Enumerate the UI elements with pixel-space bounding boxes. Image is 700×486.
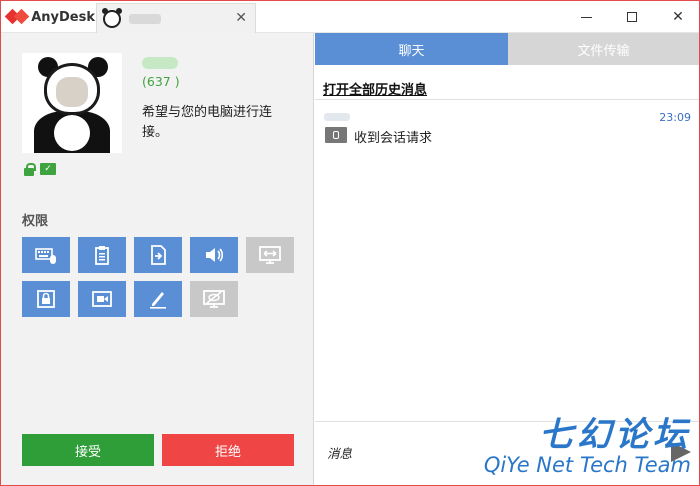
clipboard-permission-button[interactable]: [78, 237, 126, 273]
tab-file-transfer[interactable]: 文件传输: [508, 33, 699, 65]
file-transfer-icon: [151, 245, 166, 265]
send-icon[interactable]: [671, 442, 691, 462]
session-name-blurred: [129, 13, 161, 24]
message-time: 23:09: [659, 111, 691, 124]
monitor-lock-icon: [37, 290, 55, 308]
maximize-icon: [627, 12, 637, 22]
status-icons: ✓: [24, 163, 56, 176]
request-panel: (637 ) 希望与您的电脑进行连接。 ✓ 权限 接受 拒绝: [1, 33, 314, 485]
app-tab[interactable]: AnyDesk: [1, 1, 95, 33]
chat-panel: 聊天 文件传输 打开全部历史消息 23:09 收到会话请求 七幻论坛 QiYe …: [315, 33, 699, 485]
peer-id: (637 ): [142, 74, 180, 89]
sound-permission-button[interactable]: [190, 237, 238, 273]
session-request-icon: [325, 127, 347, 143]
pen-icon: [150, 292, 166, 309]
control-permission-button[interactable]: [246, 237, 294, 273]
draw-permission-button[interactable]: [134, 281, 182, 317]
avatar: [22, 53, 122, 153]
lock-permission-button[interactable]: [22, 281, 70, 317]
speaker-icon: [206, 248, 224, 262]
chat-tabs: 聊天 文件传输: [315, 33, 699, 65]
maximize-button[interactable]: [609, 1, 655, 33]
panda-belly: [54, 115, 90, 151]
peer-name-blurred: [142, 57, 178, 69]
monitor-arrows-icon: [259, 246, 281, 264]
close-icon: ✕: [672, 9, 684, 25]
screen-check-icon: ✓: [40, 163, 56, 175]
request-message: 希望与您的电脑进行连接。: [142, 105, 273, 140]
close-window-button[interactable]: ✕: [655, 1, 700, 33]
message-text: 收到会话请求: [354, 131, 433, 146]
privacy-permission-button[interactable]: [190, 281, 238, 317]
minimize-icon: [580, 16, 592, 18]
lock-icon: [24, 163, 36, 176]
divider: [315, 99, 699, 100]
session-tab[interactable]: ✕: [96, 3, 256, 33]
panda-avatar-icon: [102, 7, 122, 28]
minimize-button[interactable]: [563, 1, 609, 33]
keyboard-mouse-permission-button[interactable]: [22, 237, 70, 273]
file-transfer-permission-button[interactable]: [134, 237, 182, 273]
panda-face: [56, 77, 88, 107]
keyboard-mouse-icon: [35, 248, 56, 264]
reject-button[interactable]: 拒绝: [162, 434, 294, 466]
clipboard-icon: [95, 246, 109, 265]
accept-button[interactable]: 接受: [22, 434, 154, 466]
close-tab-icon[interactable]: ✕: [235, 10, 247, 26]
privacy-screen-icon: [203, 290, 225, 308]
permissions-title: 权限: [22, 214, 49, 229]
anydesk-window: AnyDesk ✕ ✕ (637 ) 希望与您的电脑进行连接。 ✓ 权限 接受 …: [0, 0, 700, 486]
title-bar: AnyDesk ✕ ✕: [1, 1, 699, 33]
message-input-area: [315, 421, 699, 485]
open-history-link[interactable]: 打开全部历史消息: [323, 79, 427, 98]
message-input[interactable]: [327, 446, 627, 461]
app-name: AnyDesk: [31, 9, 95, 25]
camera-icon: [92, 291, 112, 307]
anydesk-logo-icon: [4, 8, 30, 25]
message-sender-blurred: [324, 113, 350, 121]
tab-chat[interactable]: 聊天: [315, 33, 508, 65]
record-permission-button[interactable]: [78, 281, 126, 317]
